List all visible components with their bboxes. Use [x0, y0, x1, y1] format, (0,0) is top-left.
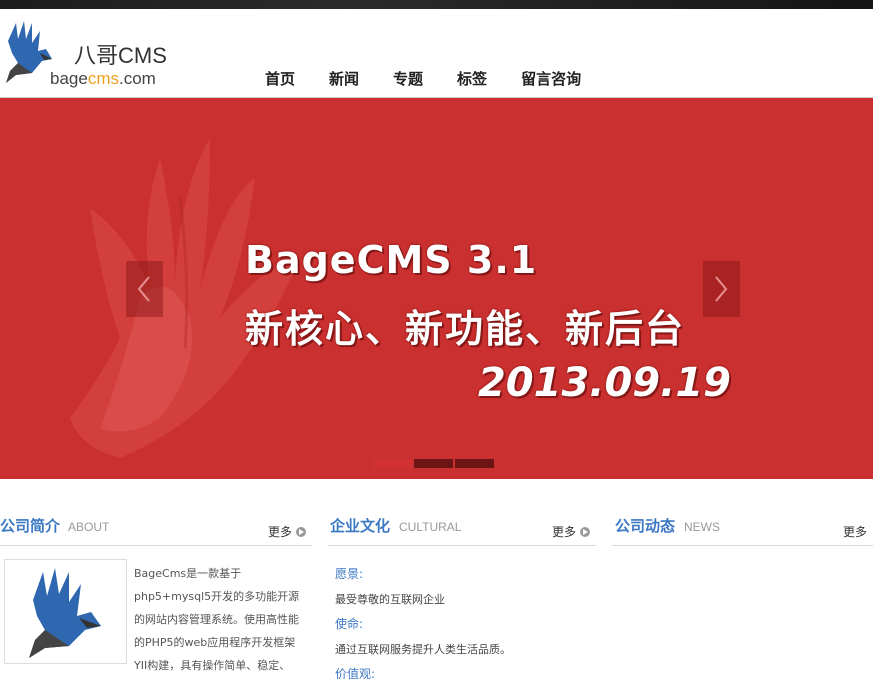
slider-prev-button[interactable] [126, 261, 163, 317]
mission-label: 使命: [335, 617, 364, 631]
banner-subheadline: 新核心、新功能、新后台 [245, 307, 686, 351]
bird-logo-icon [29, 568, 101, 658]
news-title: 公司动态 [615, 517, 676, 535]
nav-tags[interactable]: 标签 [440, 68, 504, 94]
nav-news[interactable]: 新闻 [312, 68, 376, 94]
vision-value: 最受尊敬的互联网企业 [335, 593, 445, 606]
site-logo[interactable]: 八哥CMS bagecms.com [2, 19, 177, 88]
nav-topics[interactable]: 专题 [376, 68, 440, 94]
about-image [4, 559, 127, 664]
main-nav: 首页 新闻 专题 标签 留言咨询 [248, 68, 598, 94]
vision-label: 愿景: [335, 567, 364, 581]
values-label: 价值观: [335, 667, 376, 681]
hand-graphic-icon [70, 138, 300, 458]
news-more-link[interactable]: 更多 [843, 523, 867, 540]
chevron-left-icon [137, 276, 150, 302]
slider-next-button[interactable] [703, 261, 740, 317]
logo-title: 八哥CMS [74, 43, 167, 68]
chevron-right-icon [715, 276, 728, 302]
about-line: 的PHP5的web应用程序开发框架 [134, 636, 296, 649]
culture-section-header: 企业文化 CULTURAL 更多 [328, 513, 596, 546]
slider-dot-2[interactable] [414, 459, 453, 468]
about-line: php5+mysql5开发的多功能开源 [134, 590, 300, 603]
slider-dots [373, 459, 494, 468]
site-header: 八哥CMS bagecms.com 首页 新闻 专题 标签 留言咨询 [0, 9, 873, 98]
about-section-header: 公司简介 ABOUT 更多 [0, 513, 312, 546]
slider-dot-1[interactable] [373, 459, 412, 468]
mission-value: 通过互联网服务提升人类生活品质。 [335, 643, 511, 656]
nav-home[interactable]: 首页 [248, 68, 312, 94]
banner-headline: BageCMS 3.1 [245, 238, 538, 282]
banner-date: 2013.09.19 [477, 360, 731, 406]
news-subtitle: NEWS [684, 520, 720, 534]
culture-subtitle: CULTURAL [399, 520, 462, 534]
arrow-circle-icon [296, 526, 306, 537]
about-more-link[interactable]: 更多 [268, 523, 306, 540]
culture-title: 企业文化 [330, 517, 391, 535]
news-section-header: 公司动态 NEWS 更多 [612, 513, 873, 546]
nav-message[interactable]: 留言咨询 [504, 68, 598, 94]
culture-content: 愿景: 最受尊敬的互联网企业 使命: 通过互联网服务提升人类生活品质。 价值观: [335, 562, 595, 687]
about-line: BageCms是一款基于 [134, 567, 242, 580]
slider-dot-3[interactable] [455, 459, 494, 468]
bird-logo-icon [6, 21, 52, 83]
top-strip [0, 0, 873, 9]
culture-more-link[interactable]: 更多 [552, 523, 590, 540]
about-subtitle: ABOUT [68, 520, 110, 534]
about-description: BageCms是一款基于 php5+mysql5开发的多功能开源 的网站内容管理… [134, 562, 306, 677]
hero-banner[interactable]: BageCMS 3.1 新核心、新功能、新后台 2013.09.19 [0, 98, 873, 479]
about-line: YII构建，具有操作简单、稳定、 [134, 659, 291, 672]
about-title: 公司简介 [0, 517, 61, 535]
logo-domain: bagecms.com [50, 69, 156, 88]
about-line: 的网站内容管理系统。使用高性能 [134, 613, 299, 626]
arrow-circle-icon [580, 526, 590, 537]
